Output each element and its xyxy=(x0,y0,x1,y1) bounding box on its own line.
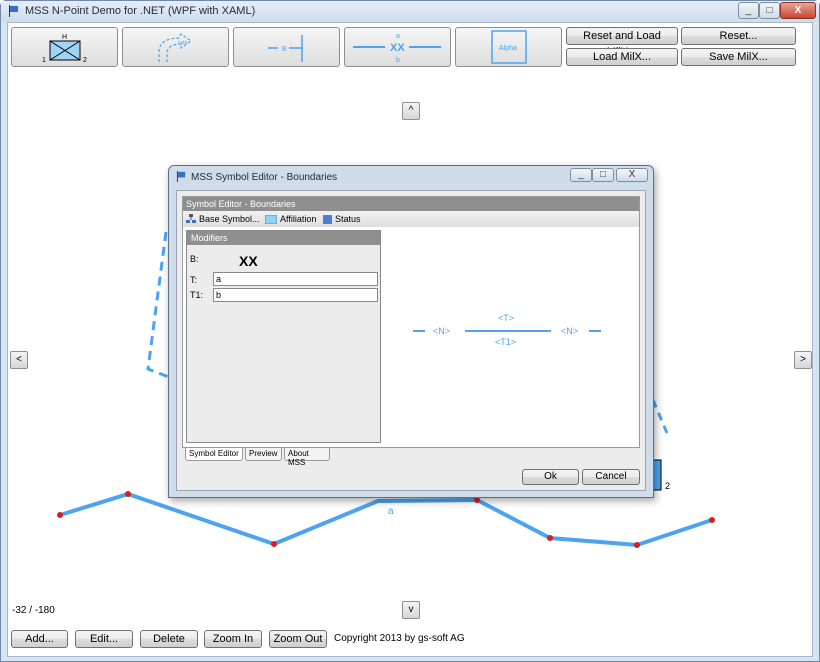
edit-button[interactable]: Edit... xyxy=(75,630,133,648)
tab-about-mss[interactable]: About MSS xyxy=(284,448,330,467)
symbol-editor-dialog: MSS Symbol Editor - Boundaries _ □ X Sym… xyxy=(168,165,654,498)
title-bar: MSS N-Point Demo for .NET (WPF with XAML… xyxy=(1,1,819,22)
modifier-t1-label: T1: xyxy=(190,290,204,300)
boundary-xx-icon: a XX b xyxy=(353,33,441,64)
copyright-text: Copyright 2013 by gs-soft AG xyxy=(334,633,465,644)
modifier-b-value[interactable]: XX xyxy=(239,253,258,269)
minimize-button[interactable]: _ xyxy=(738,2,759,19)
modifier-t1-input[interactable]: b xyxy=(213,288,378,302)
editor-toolbar: Base Symbol... Affiliation Status xyxy=(183,211,639,227)
symbol-button-boundary[interactable]: a XX b xyxy=(344,27,451,67)
dialog-content: Symbol Editor - Boundaries Base Symbol..… xyxy=(176,190,646,491)
app-flag-icon xyxy=(9,5,18,17)
delete-button[interactable]: Delete xyxy=(140,630,198,648)
main-window: MSS N-Point Demo for .NET (WPF with XAML… xyxy=(0,0,820,662)
modifiers-header: Modifiers xyxy=(187,231,380,245)
control-point[interactable] xyxy=(709,517,715,523)
window-title: MSS N-Point Demo for .NET (WPF with XAML… xyxy=(25,5,256,17)
symbol-button-unit[interactable]: H 1 2 xyxy=(11,27,118,67)
scroll-left-button[interactable]: < xyxy=(10,351,28,369)
symbol-preview: <N> <T> <T1> <N> xyxy=(413,313,601,347)
modifier-b-label: B: xyxy=(190,254,199,264)
dashed-area-line-right xyxy=(651,399,669,434)
save-milx-button[interactable]: Save MilX... xyxy=(681,48,796,66)
zoom-in-button[interactable]: Zoom In xyxy=(204,630,262,648)
dialog-maximize-button[interactable]: □ xyxy=(592,168,614,182)
base-symbol-label: Base Symbol... xyxy=(199,214,260,224)
control-point[interactable] xyxy=(634,542,640,548)
modifiers-group: Modifiers B: XX T: a T1: b xyxy=(186,230,381,443)
status-tool[interactable]: Status xyxy=(323,214,361,224)
svg-text:b: b xyxy=(396,57,400,64)
cursor-coordinates: -32 / -180 xyxy=(12,605,55,616)
load-milx-button[interactable]: Load MilX... xyxy=(566,48,678,66)
symbol-button-alpha[interactable]: Alpha xyxy=(455,27,562,67)
scroll-right-button[interactable]: > xyxy=(794,351,812,369)
control-point[interactable] xyxy=(125,491,131,497)
svg-text:1: 1 xyxy=(42,57,46,64)
preview-t1: <T1> xyxy=(495,337,516,347)
scroll-down-button[interactable]: v xyxy=(402,601,420,619)
hierarchy-icon xyxy=(186,214,196,223)
boundary-line-icon: B xyxy=(268,35,303,62)
svg-text:H: H xyxy=(62,34,67,41)
svg-text:XX: XX xyxy=(390,42,405,54)
canvas-label-2: 2 xyxy=(665,481,670,491)
svg-text:cats: cats xyxy=(178,40,188,46)
dialog-title: MSS Symbol Editor - Boundaries xyxy=(191,172,338,183)
preview-t: <T> xyxy=(498,313,514,323)
editor-panel-title: Symbol Editor - Boundaries xyxy=(183,197,639,211)
tab-preview[interactable]: Preview xyxy=(245,448,282,461)
svg-text:Alpha: Alpha xyxy=(499,45,517,52)
curved-arrow-icon: cats xyxy=(158,33,193,62)
modifier-t-input[interactable]: a xyxy=(213,272,378,286)
zoom-out-button[interactable]: Zoom Out xyxy=(269,630,327,648)
add-button[interactable]: Add... xyxy=(11,630,68,648)
dialog-flag-icon xyxy=(176,171,186,182)
reset-button[interactable]: Reset... xyxy=(681,27,796,45)
preview-n-left: <N> xyxy=(433,326,450,336)
control-point[interactable] xyxy=(271,541,277,547)
alpha-box-icon: Alpha xyxy=(491,30,527,64)
symbol-button-arrow[interactable]: cats xyxy=(122,27,229,67)
editor-panel: Symbol Editor - Boundaries Base Symbol..… xyxy=(182,196,640,448)
symbol-button-line[interactable]: B xyxy=(233,27,340,67)
control-point[interactable] xyxy=(547,535,553,541)
maximize-button[interactable]: □ xyxy=(759,2,780,19)
affiliation-label: Affiliation xyxy=(280,214,317,224)
affiliation-color-icon xyxy=(265,215,277,224)
ok-button[interactable]: Ok xyxy=(522,469,579,485)
cancel-button[interactable]: Cancel xyxy=(582,469,640,485)
canvas-label-a: a xyxy=(388,506,394,517)
modifier-t-label: T: xyxy=(190,275,198,285)
base-symbol-tool[interactable]: Base Symbol... xyxy=(186,214,260,224)
control-point[interactable] xyxy=(57,512,63,518)
dialog-close-button[interactable]: X xyxy=(616,168,648,182)
svg-text:2: 2 xyxy=(83,57,87,64)
boundary-line xyxy=(59,491,713,548)
tab-symbol-editor[interactable]: Symbol Editor xyxy=(185,448,243,461)
affiliation-tool[interactable]: Affiliation xyxy=(265,214,316,224)
preview-n-right: <N> xyxy=(561,326,578,336)
svg-text:B: B xyxy=(282,46,287,53)
status-color-icon xyxy=(323,215,332,224)
dialog-minimize-button[interactable]: _ xyxy=(570,168,592,182)
svg-text:a: a xyxy=(396,33,400,40)
reset-load-button[interactable]: Reset and Load MilX... xyxy=(566,27,678,58)
scroll-up-button[interactable]: ^ xyxy=(402,102,420,120)
unit-symbol-icon: H 1 2 xyxy=(42,34,87,64)
close-button[interactable]: X xyxy=(780,2,816,19)
status-label: Status xyxy=(335,214,361,224)
